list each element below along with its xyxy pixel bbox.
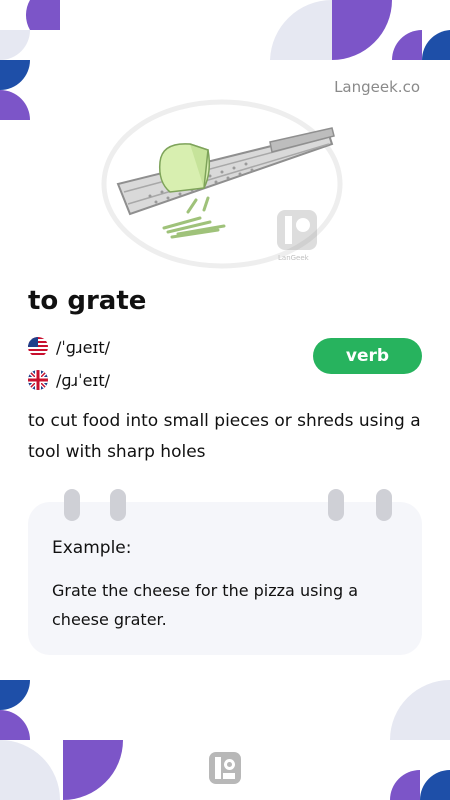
example-text: Grate the cheese for the pizza using a c… (52, 581, 359, 629)
binder-ring (328, 489, 344, 521)
part-of-speech-badge: verb (313, 338, 422, 374)
langeek-logo-icon[interactable] (209, 752, 241, 784)
pronunciation-us[interactable]: /ˈɡɹeɪt/ (28, 337, 110, 357)
word-title: to grate (28, 286, 147, 316)
top-left-decoration (0, 0, 60, 120)
example-label: Example: (52, 538, 132, 558)
definition-text: to cut food into small pieces or shreds … (28, 411, 421, 462)
binder-ring (376, 489, 392, 521)
bottom-left-decoration (0, 680, 123, 800)
us-flag-icon (28, 337, 48, 357)
watermark-text: LanGeek (278, 254, 310, 262)
binder-ring (64, 489, 80, 521)
top-right-decoration (270, 0, 450, 60)
example-card: Example: Grate the cheese for the pizza … (28, 502, 422, 655)
uk-flag-icon (28, 370, 48, 390)
binder-ring (110, 489, 126, 521)
pronunciation-uk-ipa: /ɡɹˈeɪt/ (56, 370, 111, 390)
watermark-logo (277, 210, 317, 250)
bottom-right-decoration (390, 680, 450, 800)
pronunciation-us-ipa: /ˈɡɹeɪt/ (56, 337, 111, 357)
grater-illustration: LanGeek (101, 99, 343, 269)
pronunciation-uk[interactable]: /ɡɹˈeɪt/ (28, 370, 110, 390)
